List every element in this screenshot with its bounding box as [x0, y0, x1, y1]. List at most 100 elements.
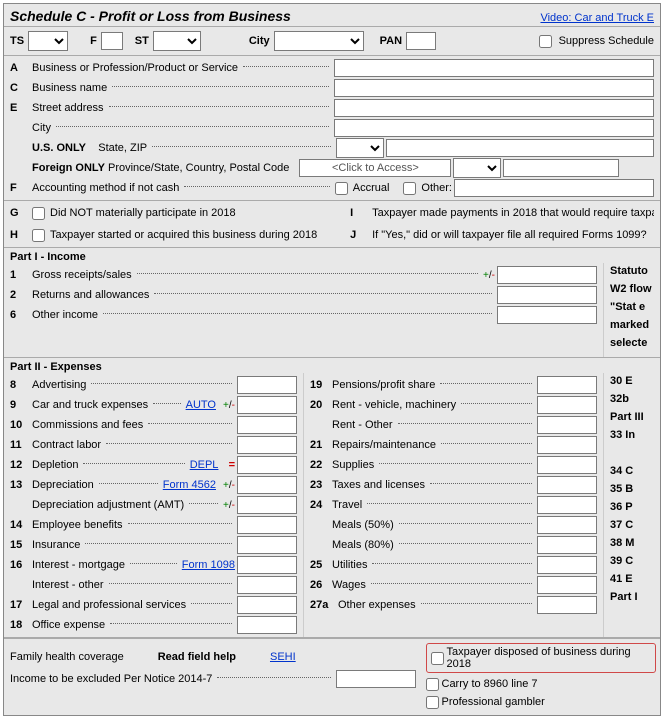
- us-only-rest: State, ZIP: [98, 142, 147, 154]
- f-input[interactable]: [101, 32, 123, 50]
- line-g-checkbox[interactable]: [32, 207, 45, 220]
- line-a-input[interactable]: [334, 59, 654, 77]
- l24-input[interactable]: [537, 496, 597, 514]
- l13-input[interactable]: [237, 476, 297, 494]
- line2-label: Returns and allowances: [32, 289, 149, 301]
- line1-num: 1: [10, 269, 30, 281]
- l24b-input[interactable]: [537, 516, 597, 534]
- income-excluded-input[interactable]: [336, 670, 416, 688]
- eq-icon: =: [229, 459, 235, 471]
- line-i-label: Taxpayer made payments in 2018 that woul…: [372, 207, 654, 219]
- pm-icon[interactable]: +/-: [223, 500, 235, 511]
- l12-input[interactable]: [237, 456, 297, 474]
- gambler-label: Professional gambler: [442, 696, 545, 708]
- line6-input[interactable]: [497, 306, 597, 324]
- line6-label: Other income: [32, 309, 98, 321]
- line-a-num: A: [10, 62, 30, 74]
- ts-select[interactable]: [28, 31, 68, 51]
- l24c-input[interactable]: [537, 536, 597, 554]
- accrual-checkbox[interactable]: [335, 182, 348, 195]
- line-h-label: Taxpayer started or acquired this busine…: [50, 229, 317, 241]
- l16b-input[interactable]: [237, 576, 297, 594]
- foreign-input[interactable]: [299, 159, 451, 177]
- l20b-input[interactable]: [537, 416, 597, 434]
- form4562-link[interactable]: Form 4562: [163, 479, 216, 491]
- footer-section: Family health coverage Read field help S…: [4, 638, 660, 715]
- line-f-num: F: [10, 182, 30, 194]
- l25-input[interactable]: [537, 556, 597, 574]
- l19-input[interactable]: [537, 376, 597, 394]
- l26-input[interactable]: [537, 576, 597, 594]
- part1-section: 1 Gross receipts/sales +/- 2 Returns and…: [4, 263, 660, 358]
- l23-input[interactable]: [537, 476, 597, 494]
- auto-link[interactable]: AUTO: [186, 399, 216, 411]
- line-j-num: J: [350, 229, 370, 241]
- line2-input[interactable]: [497, 286, 597, 304]
- foreign-select[interactable]: [453, 158, 501, 178]
- page-title: Schedule C - Profit or Loss from Busines…: [10, 8, 291, 24]
- header: Schedule C - Profit or Loss from Busines…: [4, 4, 660, 27]
- l10-input[interactable]: [237, 416, 297, 434]
- line-j-label: If "Yes," did or will taxpayer file all …: [372, 229, 647, 241]
- l11-input[interactable]: [237, 436, 297, 454]
- disposed-checkbox[interactable]: [431, 652, 444, 665]
- line-e-num: E: [10, 102, 30, 114]
- l20-input[interactable]: [537, 396, 597, 414]
- st-select[interactable]: [153, 31, 201, 51]
- l21-input[interactable]: [537, 436, 597, 454]
- line-i-num: I: [350, 207, 370, 219]
- foreign-input2[interactable]: [503, 159, 619, 177]
- other-checkbox[interactable]: [403, 182, 416, 195]
- l14-input[interactable]: [237, 516, 297, 534]
- zip-input[interactable]: [386, 139, 654, 157]
- line-c-num: C: [10, 82, 30, 94]
- part2-header: Part II - Expenses: [4, 358, 660, 373]
- line-h-num: H: [10, 229, 30, 241]
- pan-label: PAN: [380, 35, 402, 47]
- suppress-checkbox[interactable]: [539, 35, 552, 48]
- part2-side: 30 E 32b Part III 33 In 34 C 35 B 36 P 3…: [604, 373, 660, 637]
- pm-icon[interactable]: +/-: [223, 480, 235, 491]
- l27-input[interactable]: [537, 596, 597, 614]
- fhc-label: Family health coverage: [10, 651, 124, 663]
- pm-icon[interactable]: +/-: [483, 270, 495, 281]
- city-label: City: [249, 35, 270, 47]
- carry8960-label: Carry to 8960 line 7: [442, 678, 538, 690]
- pm-icon[interactable]: +/-: [223, 400, 235, 411]
- form-container: Schedule C - Profit or Loss from Busines…: [3, 3, 661, 716]
- l16-input[interactable]: [237, 556, 297, 574]
- l9-input[interactable]: [237, 396, 297, 414]
- video-link[interactable]: Video: Car and Truck E: [540, 12, 654, 24]
- suppress-label: Suppress Schedule: [559, 35, 654, 47]
- l18-input[interactable]: [237, 616, 297, 634]
- line-e-input[interactable]: [334, 99, 654, 117]
- other-input[interactable]: [454, 179, 654, 197]
- form1098-link[interactable]: Form 1098: [182, 559, 235, 571]
- disposed-highlight: Taxpayer disposed of business during 201…: [426, 643, 657, 673]
- l15-input[interactable]: [237, 536, 297, 554]
- pan-input[interactable]: [406, 32, 436, 50]
- carry8960-checkbox[interactable]: [426, 678, 439, 691]
- state-select[interactable]: [336, 138, 384, 158]
- ghij-row: G Did NOT materially participate in 2018…: [4, 201, 660, 248]
- line-g-num: G: [10, 207, 30, 219]
- line-f-label: Accounting method if not cash: [32, 182, 179, 194]
- other-label: Other:: [421, 182, 452, 194]
- line-g-label: Did NOT materially participate in 2018: [50, 207, 236, 219]
- line1-input[interactable]: [497, 266, 597, 284]
- depl-link[interactable]: DEPL: [190, 459, 219, 471]
- income-excluded-label: Income to be excluded Per Notice 2014-7: [10, 673, 212, 685]
- sehi-link[interactable]: SEHI: [270, 651, 296, 663]
- gambler-checkbox[interactable]: [426, 696, 439, 709]
- line-c-input[interactable]: [334, 79, 654, 97]
- line-h-checkbox[interactable]: [32, 229, 45, 242]
- l13b-input[interactable]: [237, 496, 297, 514]
- filter-row: TS F ST City PAN Suppress Schedule: [4, 27, 660, 56]
- city-select[interactable]: [274, 31, 364, 51]
- line-e2-input[interactable]: [334, 119, 654, 137]
- read-field-help: Read field help: [158, 651, 236, 663]
- l8-input[interactable]: [237, 376, 297, 394]
- line-c-label: Business name: [32, 82, 107, 94]
- l22-input[interactable]: [537, 456, 597, 474]
- l17-input[interactable]: [237, 596, 297, 614]
